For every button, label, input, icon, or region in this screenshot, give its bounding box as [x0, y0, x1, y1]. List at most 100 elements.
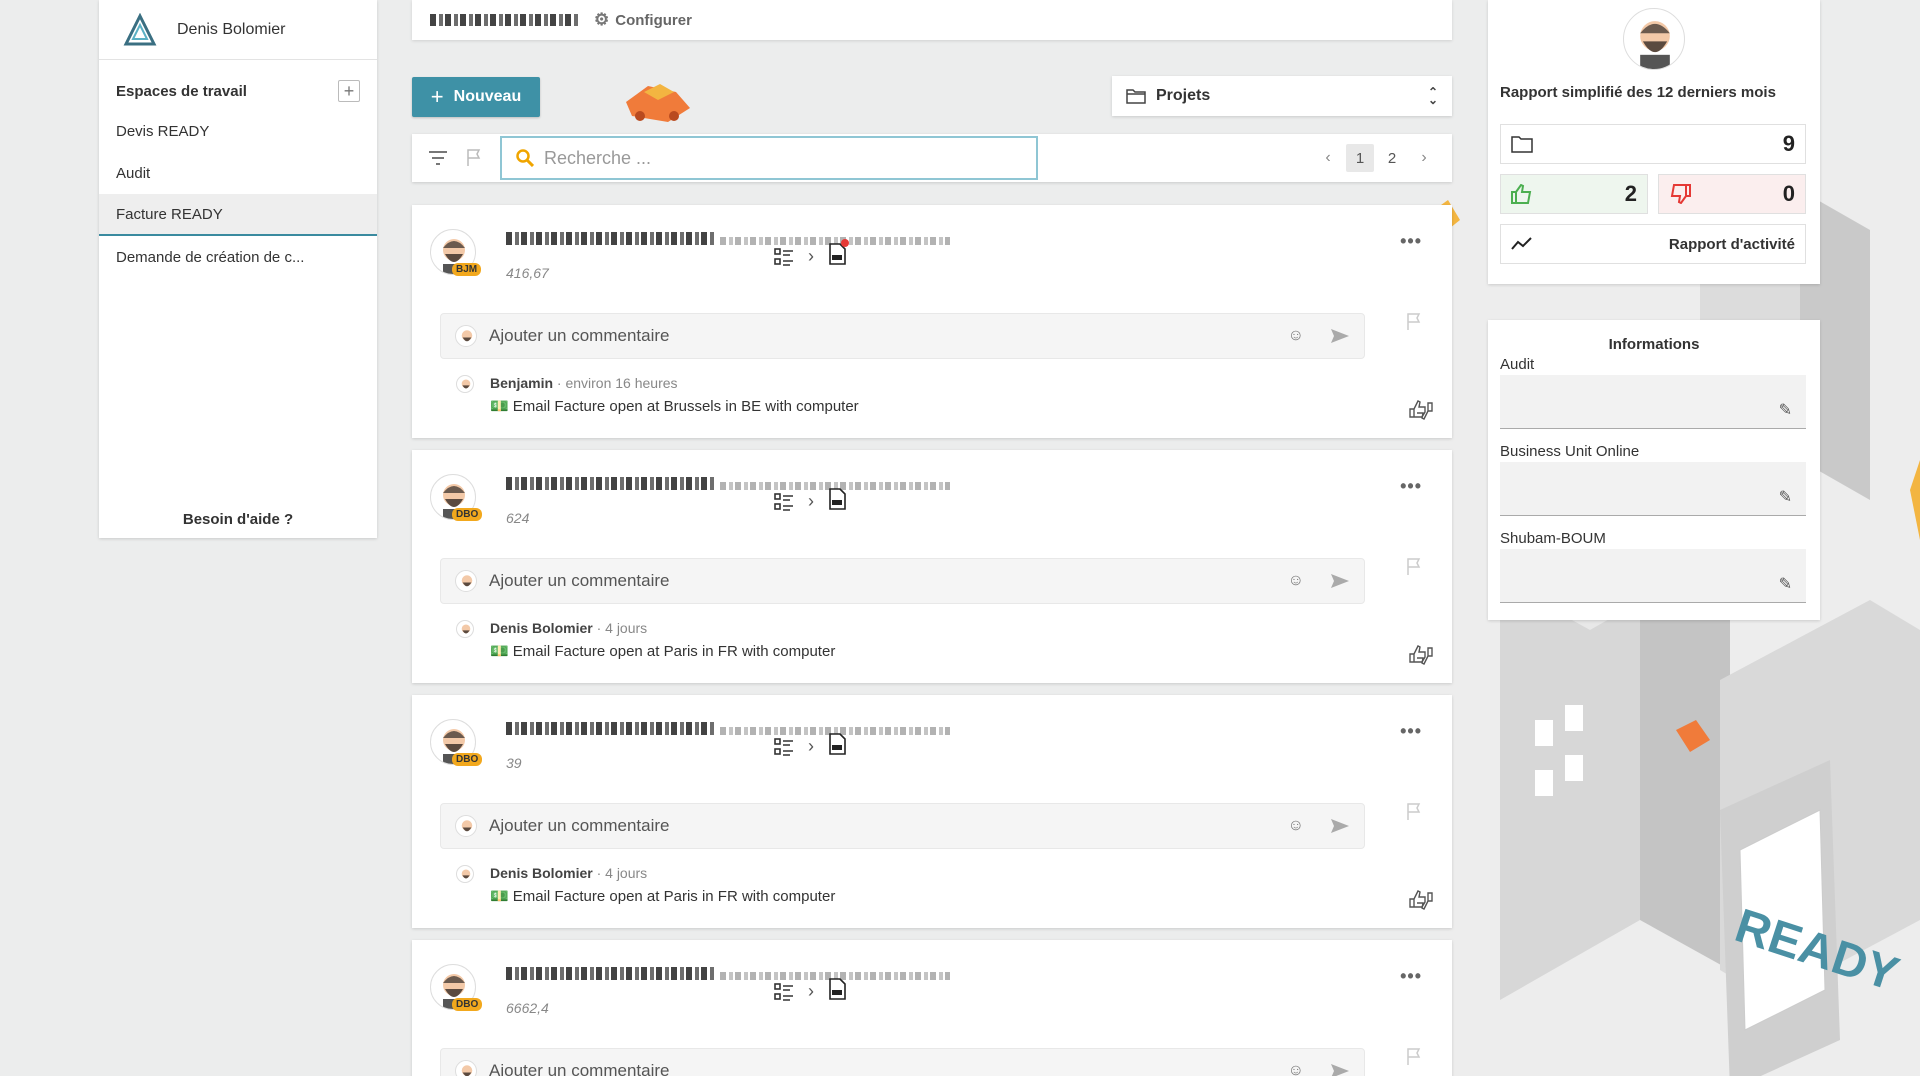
- feed-card-1: BJM 416,67 › ••• Ajouter un commentaire: [412, 205, 1452, 438]
- comment-field[interactable]: Ajouter un commentaire ☺: [440, 313, 1365, 359]
- card-header: DBO 6662,4 › •••: [412, 940, 1452, 1040]
- informations-title: Informations: [1608, 336, 1700, 353]
- sidebar-item-devis-ready[interactable]: Devis READY: [99, 110, 377, 152]
- emoji-icon[interactable]: ☺: [1288, 1062, 1304, 1076]
- activity-meta: Denis Bolomier · 4 jours: [490, 620, 647, 636]
- card-icons: ›: [774, 239, 849, 270]
- trend-line-icon: [1511, 237, 1532, 250]
- send-icon[interactable]: [1330, 328, 1350, 344]
- flag-filter-icon[interactable]: [466, 149, 482, 167]
- project-select[interactable]: Projets ⌃ ⌄: [1112, 76, 1452, 116]
- new-button[interactable]: + Nouveau: [412, 77, 540, 117]
- folder-icon: [1511, 136, 1533, 153]
- more-options-icon[interactable]: •••: [1400, 476, 1422, 497]
- list-details-icon[interactable]: [774, 982, 794, 1001]
- prev-page-button[interactable]: ‹: [1314, 144, 1342, 172]
- card-title-redacted[interactable]: [506, 966, 951, 985]
- search-icon: [516, 149, 534, 167]
- comment-placeholder: Ajouter un commentaire: [489, 326, 670, 345]
- activity-avatar: [456, 865, 474, 883]
- thumbs-up-value: 2: [1624, 181, 1637, 206]
- activity-author: Denis Bolomier: [490, 865, 593, 881]
- gear-icon: ⚙: [594, 10, 610, 29]
- report-thumbs-up[interactable]: 2: [1500, 174, 1648, 214]
- page-2-button[interactable]: 2: [1378, 144, 1406, 172]
- thumbs-vote-icon[interactable]: [1408, 889, 1434, 911]
- activity-text: Email Facture open at Brussels in BE wit…: [512, 398, 859, 415]
- chevron-right-icon: ›: [808, 491, 814, 511]
- feed-card-4: DBO 6662,4 › ••• Ajouter un commentaire: [412, 940, 1452, 1076]
- send-icon[interactable]: [1330, 1063, 1350, 1076]
- send-icon[interactable]: [1330, 818, 1350, 834]
- comment-placeholder: Ajouter un commentaire: [489, 816, 670, 835]
- pdf-document-icon[interactable]: [828, 733, 846, 760]
- flag-icon[interactable]: [1406, 313, 1422, 331]
- card-title-redacted[interactable]: [506, 231, 951, 250]
- sidebar-item-audit[interactable]: Audit: [99, 152, 377, 194]
- field-input[interactable]: ✎: [1500, 462, 1806, 516]
- list-details-icon[interactable]: [774, 247, 794, 266]
- next-page-button[interactable]: ›: [1410, 144, 1438, 172]
- card-amount: 6662,4: [506, 1000, 549, 1016]
- card-icons: ›: [774, 978, 846, 1005]
- emoji-icon[interactable]: ☺: [1288, 572, 1304, 590]
- thumbs-vote-icon[interactable]: [1408, 399, 1434, 421]
- workspaces-title: Espaces de travail: [116, 82, 247, 100]
- more-options-icon[interactable]: •••: [1400, 966, 1422, 987]
- help-link[interactable]: Besoin d'aide ?: [99, 511, 377, 528]
- comment-avatar: [455, 570, 477, 592]
- emoji-icon[interactable]: ☺: [1288, 817, 1304, 835]
- pencil-icon[interactable]: ✎: [1779, 574, 1792, 594]
- add-workspace-button[interactable]: +: [338, 80, 360, 102]
- activity-time: · environ 16 heures: [553, 375, 678, 391]
- more-options-icon[interactable]: •••: [1400, 231, 1422, 252]
- flag-icon[interactable]: [1406, 1048, 1422, 1066]
- card-title-redacted[interactable]: [506, 476, 951, 495]
- emoji-icon[interactable]: ☺: [1288, 327, 1304, 345]
- informations-panel: Informations Audit ✎ Business Unit Onlin…: [1488, 320, 1820, 620]
- pencil-icon[interactable]: ✎: [1779, 400, 1792, 420]
- comment-field[interactable]: Ajouter un commentaire ☺: [440, 558, 1365, 604]
- pdf-document-icon[interactable]: [828, 239, 849, 270]
- chevron-right-icon: ›: [808, 246, 814, 266]
- owner-badge: DBO: [452, 998, 483, 1011]
- activity-report-button[interactable]: Rapport d'activité: [1500, 224, 1806, 264]
- activity-message: 💵 Email Facture open at Paris in FR with …: [490, 642, 835, 660]
- list-details-icon[interactable]: [774, 737, 794, 756]
- activity-text: Email Facture open at Paris in FR with c…: [512, 643, 836, 660]
- pdf-document-icon[interactable]: [828, 488, 846, 515]
- field-input[interactable]: ✎: [1500, 549, 1806, 603]
- filter-icon[interactable]: [428, 151, 448, 165]
- flag-icon[interactable]: [1406, 803, 1422, 821]
- thumbs-vote-icon[interactable]: [1408, 644, 1434, 666]
- more-options-icon[interactable]: •••: [1400, 721, 1422, 742]
- user-avatar-large: [1623, 8, 1685, 70]
- activity-meta: Denis Bolomier · 4 jours: [490, 865, 647, 881]
- activity-meta: Benjamin · environ 16 heures: [490, 375, 678, 391]
- report-thumbs-down[interactable]: 0: [1658, 174, 1806, 214]
- sidebar-user-header[interactable]: Denis Bolomier: [99, 0, 377, 60]
- configure-button[interactable]: ⚙ Configurer: [594, 10, 692, 30]
- pencil-icon[interactable]: ✎: [1779, 487, 1792, 507]
- page-1-button[interactable]: 1: [1346, 144, 1374, 172]
- project-select-value: Projets: [1156, 87, 1211, 104]
- chevron-updown-icon: ⌃ ⌄: [1427, 85, 1438, 107]
- comment-field[interactable]: Ajouter un commentaire ☺: [440, 1048, 1365, 1076]
- pdf-document-icon[interactable]: [828, 978, 846, 1005]
- search-input[interactable]: [544, 147, 1004, 169]
- owner-badge: BJM: [452, 263, 482, 276]
- activity-avatar: [456, 620, 474, 638]
- comment-field[interactable]: Ajouter un commentaire ☺: [440, 803, 1365, 849]
- sidebar-item-facture-ready[interactable]: Facture READY: [99, 194, 377, 236]
- comment-avatar: [455, 815, 477, 837]
- flag-icon[interactable]: [1406, 558, 1422, 576]
- list-details-icon[interactable]: [774, 492, 794, 511]
- card-title-redacted[interactable]: [506, 721, 951, 740]
- activity-time: · 4 jours: [592, 620, 648, 636]
- thumbs-down-value: 0: [1782, 181, 1795, 206]
- field-input[interactable]: ✎: [1500, 375, 1806, 429]
- send-icon[interactable]: [1330, 573, 1350, 589]
- sidebar-item-demande-creation[interactable]: Demande de création de c...: [99, 236, 377, 278]
- owner-badge: DBO: [452, 753, 483, 766]
- report-folder-count[interactable]: 9: [1500, 124, 1806, 164]
